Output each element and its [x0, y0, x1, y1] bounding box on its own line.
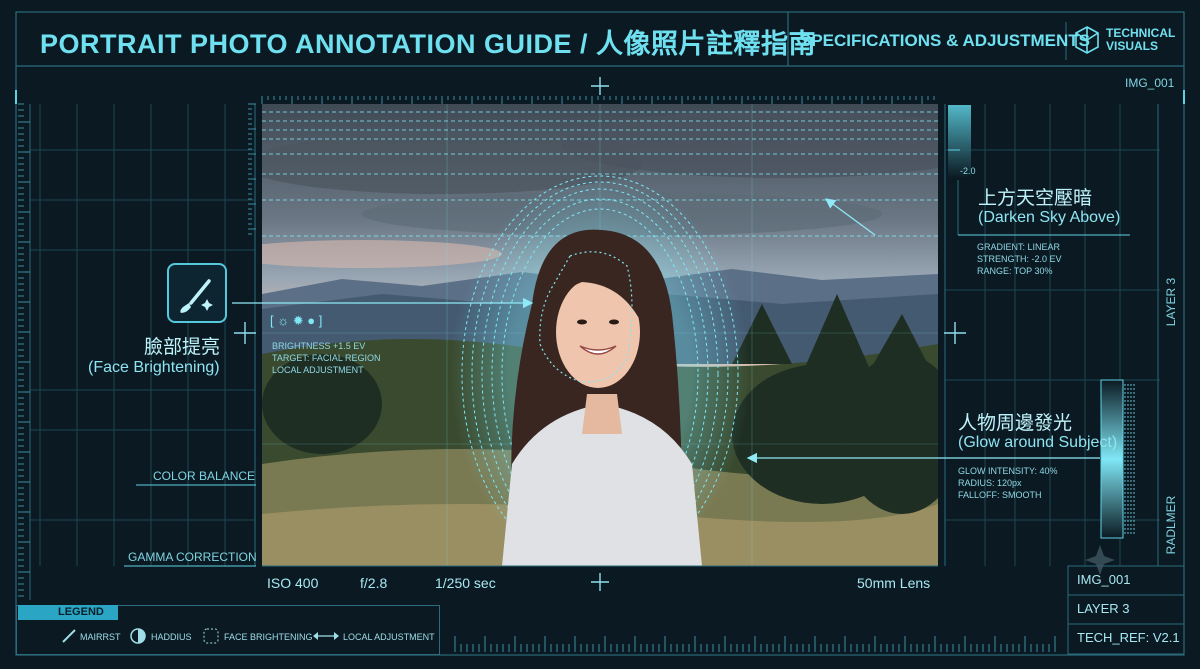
color-balance-label: COLOR BALANCE [153, 469, 256, 483]
brightness-icons: [ ☼ ✹ ● ] [270, 313, 323, 328]
shutter-value: 1/250 sec [435, 575, 496, 591]
brand-name: TECHNICAL VISUALS [1106, 26, 1176, 53]
sky-gauge-label: -2.0 [960, 166, 976, 176]
sky-label-zh: 上方天空壓暗 [978, 188, 1093, 209]
page-title: PORTRAIT PHOTO ANNOTATION GUIDE / 人像照片註釋… [40, 29, 816, 59]
legend-double-arrow-icon [313, 632, 339, 640]
footer-image-id: IMG_001 [1077, 572, 1131, 587]
sky-specs: GRADIENT: LINEAR STRENGTH: -2.0 EV RANGE… [977, 242, 1062, 276]
layer-vertical-label: LAYER 3 [1164, 277, 1178, 327]
image-id-label: IMG_001 [1125, 76, 1175, 90]
legend-radius-icon [130, 628, 146, 644]
legend-item-1: MAIRRST [80, 632, 121, 642]
aperture-value: f/2.8 [360, 575, 388, 591]
gamma-correction-label: GAMMA CORRECTION [128, 550, 257, 564]
iso-value: ISO 400 [267, 575, 319, 591]
glow-label-en: (Glow around Subject) [958, 434, 1118, 451]
legend-item-3: FACE BRIGHTENING [224, 632, 313, 642]
face-specs: BRIGHTNESS +1.5 EV TARGET: FACIAL REGION… [272, 341, 381, 375]
glow-label-zh: 人物周邊發光 [958, 413, 1073, 434]
face-label-en: (Face Brightening) [88, 359, 220, 376]
glow-specs: GLOW INTENSITY: 40% RADIUS: 120px FALLOF… [958, 466, 1058, 500]
footer-layer: LAYER 3 [1077, 601, 1130, 616]
radlmer-vertical-label: RADLMER [1164, 495, 1178, 555]
brush-icon [167, 263, 227, 323]
specifications-title: SPECIFICATIONS & ADJUSTMENTS [800, 31, 1090, 50]
legend-item-4: LOCAL ADJUSTMENT [343, 632, 435, 642]
legend-brush-icon [62, 629, 76, 643]
legend-dashed-box-icon [203, 628, 219, 644]
face-label-zh: 臉部提亮 [144, 337, 221, 358]
legend-title: LEGEND [18, 605, 118, 620]
lens-value: 50mm Lens [857, 575, 931, 591]
sky-label-en: (Darken Sky Above) [978, 209, 1121, 226]
legend-item-2: HADDIUS [151, 632, 192, 642]
footer-tech-ref: TECH_REF: V2.1 [1077, 630, 1180, 645]
cube-logo-icon [1075, 26, 1099, 54]
